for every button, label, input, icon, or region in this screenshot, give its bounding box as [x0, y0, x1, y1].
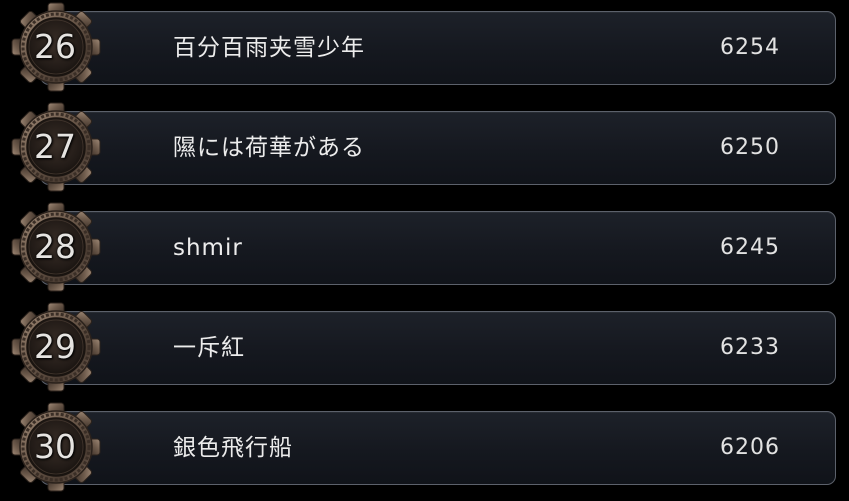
row-panel [40, 111, 836, 185]
player-score: 6245 [720, 235, 780, 260]
rank-badge-icon: 26 [10, 1, 102, 93]
rank-badge-icon: 29 [10, 301, 102, 393]
leaderboard-row[interactable]: 28 shmir 6245 [0, 200, 849, 300]
rank-badge-icon: 27 [10, 101, 102, 193]
row-panel [40, 11, 836, 85]
row-panel [40, 311, 836, 385]
player-score: 6254 [720, 35, 780, 60]
rank-badge-icon: 28 [10, 201, 102, 293]
rank-number: 26 [34, 27, 76, 66]
player-name: 銀色飛行船 [173, 435, 293, 461]
leaderboard-row[interactable]: 30 銀色飛行船 6206 [0, 400, 849, 500]
leaderboard-row[interactable]: 29 一斥紅 6233 [0, 300, 849, 400]
player-score: 6233 [720, 335, 780, 360]
leaderboard-row[interactable]: 27 隰には荷華がある 6250 [0, 100, 849, 200]
leaderboard-row[interactable]: 26 百分百雨夹雪少年 6254 [0, 0, 849, 100]
leaderboard-list: 26 百分百雨夹雪少年 6254 27 隰には荷華がある 6250 28 shm… [0, 0, 849, 501]
rank-number: 29 [34, 327, 76, 366]
player-score: 6206 [720, 435, 780, 460]
player-name: 百分百雨夹雪少年 [173, 35, 365, 61]
row-panel [40, 211, 836, 285]
rank-number: 28 [34, 227, 76, 266]
player-name: 一斥紅 [173, 335, 245, 361]
rank-badge-icon: 30 [10, 401, 102, 493]
row-panel [40, 411, 836, 485]
player-score: 6250 [720, 135, 780, 160]
rank-number: 27 [34, 127, 76, 166]
player-name: 隰には荷華がある [173, 135, 365, 161]
player-name: shmir [173, 235, 243, 261]
rank-number: 30 [34, 427, 76, 466]
